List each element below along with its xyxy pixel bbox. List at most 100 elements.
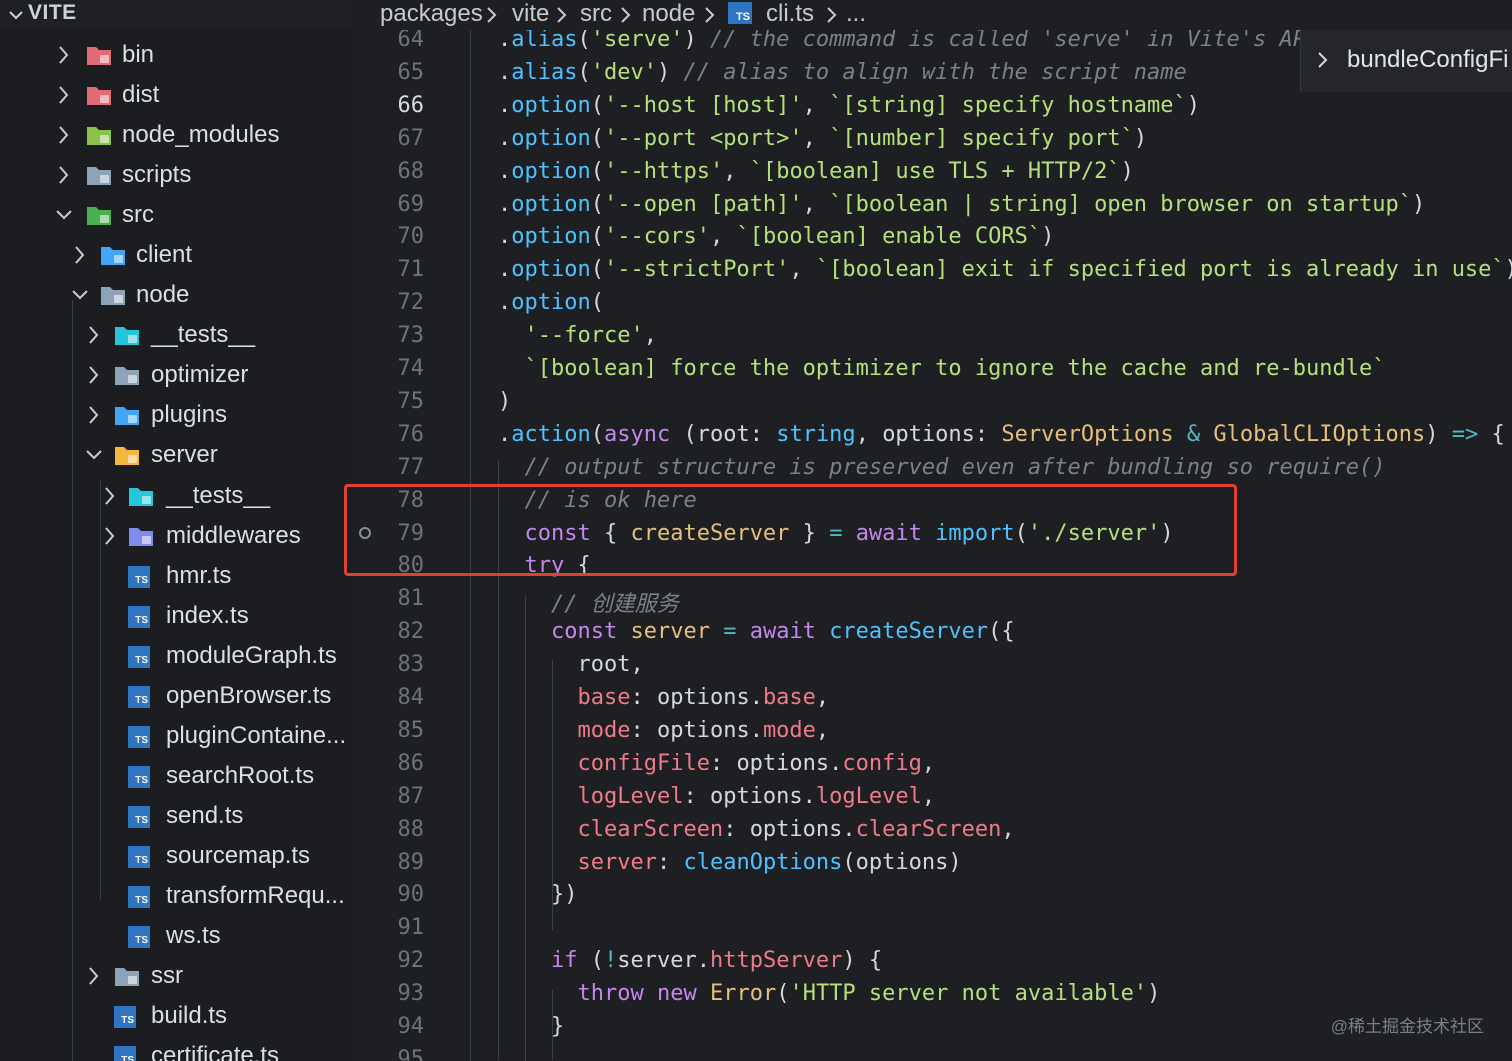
tree-item[interactable]: __tests__	[0, 476, 352, 516]
code-token: ,	[802, 125, 830, 151]
code-token: ({	[988, 619, 1015, 645]
tree-item[interactable]: ssr	[0, 956, 352, 996]
code-line[interactable]: throw new Error('HTTP server not availab…	[498, 981, 1160, 1006]
code-line[interactable]: .alias('dev') // alias to align with the…	[498, 60, 1187, 85]
explorer-sidebar: VITE bin dist node_modules scripts src client…	[0, 0, 352, 1061]
explorer-header[interactable]: VITE	[0, 0, 352, 30]
code-token: option	[511, 92, 591, 118]
tree-item[interactable]: server	[0, 435, 352, 475]
code-line[interactable]: '--force',	[498, 323, 657, 348]
code-token: ,	[709, 224, 737, 250]
code-token: =	[723, 619, 737, 645]
code-line[interactable]: )	[498, 389, 511, 414]
code-line[interactable]: base: options.base,	[498, 685, 829, 710]
code-token: .	[498, 158, 512, 184]
code-line[interactable]: }	[498, 1014, 564, 1039]
tree-item-label: moduleGraph.ts	[166, 642, 337, 669]
code-line[interactable]: configFile: options.config,	[498, 751, 935, 776]
breadcrumb-file[interactable]: cli.ts	[766, 0, 814, 28]
code-token: `[string] specify hostname`	[829, 92, 1187, 118]
tree-item[interactable]: scripts	[0, 155, 352, 195]
code-token: GlobalCLIOptions	[1213, 421, 1426, 447]
breadcrumb-more[interactable]: ...	[846, 0, 866, 28]
code-line[interactable]: root,	[498, 652, 643, 677]
folder-client-icon	[100, 244, 126, 266]
code-line[interactable]: .option('--cors', `[boolean] enable CORS…	[498, 224, 1054, 249]
tree-item[interactable]: TS build.ts	[0, 996, 352, 1036]
tree-item-label: send.ts	[166, 802, 244, 829]
breadcrumb-packages[interactable]: packages	[380, 0, 483, 28]
code-line[interactable]: if (!server.httpServer) {	[498, 948, 882, 973]
breadcrumb-src[interactable]: src	[580, 0, 612, 28]
code-line[interactable]: logLevel: options.logLevel,	[498, 784, 935, 809]
tree-item[interactable]: TS transformRequ...	[0, 876, 352, 916]
code-token: httpServer	[709, 948, 843, 974]
code-token: :	[656, 849, 684, 875]
tree-item[interactable]: TS certificate.ts	[0, 1036, 352, 1061]
typescript-file-icon: TS	[128, 606, 150, 628]
code-line[interactable]: // output structure is preserved even af…	[498, 455, 1386, 480]
tree-item[interactable]: node	[0, 275, 352, 315]
line-number: 82	[397, 619, 425, 645]
code-token: (	[670, 421, 697, 447]
code-line[interactable]: .option('--https', `[boolean] use TLS + …	[498, 159, 1134, 184]
tree-item[interactable]: dist	[0, 75, 352, 115]
code-line[interactable]: server: cleanOptions(options)	[498, 849, 962, 875]
code-token: `[number] specify port`	[829, 125, 1134, 151]
code-line[interactable]: })	[498, 882, 578, 907]
line-number: 74	[397, 356, 425, 381]
tree-item[interactable]: TS moduleGraph.ts	[0, 636, 352, 676]
tree-item[interactable]: bin	[0, 35, 352, 75]
tree-item[interactable]: node_modules	[0, 115, 352, 155]
tree-item[interactable]: TS send.ts	[0, 796, 352, 836]
chevron-right-icon	[75, 246, 85, 264]
tree-item[interactable]: TS sourcemap.ts	[0, 836, 352, 876]
code-line[interactable]: const server = await createServer({	[498, 619, 1015, 644]
code-token: ,	[1001, 816, 1015, 842]
tree-item[interactable]: src	[0, 195, 352, 235]
code-token: (options)	[842, 849, 962, 875]
code-token: '--strictPort'	[603, 257, 790, 283]
breakpoint-hint-icon[interactable]	[359, 527, 371, 539]
code-line[interactable]: .alias('serve') // the command is called…	[498, 30, 1306, 52]
code-line[interactable]: .action(async (root: string, options: Se…	[498, 422, 1505, 447]
code-line[interactable]: .option('--port <port>', `[number] speci…	[498, 126, 1147, 151]
breadcrumb-vite[interactable]: vite	[512, 0, 549, 28]
code-line[interactable]: .option('--open [path]', `[boolean | str…	[498, 192, 1425, 217]
code-token: 'HTTP server not available'	[789, 981, 1148, 1007]
code-line[interactable]: .option('--strictPort', `[boolean] exit …	[498, 257, 1512, 282]
line-number: 77	[397, 454, 425, 480]
code-token: server	[577, 849, 657, 875]
code-line[interactable]: clearScreen: options.clearScreen,	[498, 816, 1015, 842]
tree-item[interactable]: TS hmr.ts	[0, 556, 352, 596]
tree-item[interactable]: TS openBrowser.ts	[0, 676, 352, 716]
code-token: :	[630, 685, 657, 710]
chevron-right-icon	[59, 46, 69, 64]
code-line[interactable]: `[boolean] force the optimizer to ignore…	[498, 356, 1386, 381]
chevron-right-icon	[89, 366, 99, 384]
tree-item-label: client	[136, 241, 193, 268]
tree-item[interactable]: TS pluginContaine...	[0, 716, 352, 756]
tree-item[interactable]: client	[0, 235, 352, 275]
line-number: 66	[397, 92, 425, 118]
code-token: '--open [path]'	[603, 191, 803, 217]
tree-item[interactable]: optimizer	[0, 355, 352, 395]
tree-item[interactable]: __tests__	[0, 315, 352, 355]
tree-item[interactable]: TS searchRoot.ts	[0, 756, 352, 796]
code-line[interactable]: .option('--host [host]', `[string] speci…	[498, 93, 1200, 118]
code-line[interactable]: mode: options.mode,	[498, 718, 829, 743]
breadcrumb-node[interactable]: node	[642, 0, 695, 28]
tree-item[interactable]: plugins	[0, 395, 352, 435]
typescript-file-icon: TS	[128, 886, 150, 908]
code-line[interactable]: .option(	[498, 290, 604, 315]
outline-sticky-panel[interactable]: bundleConfigFi	[1300, 30, 1512, 92]
tree-item-label: src	[122, 201, 154, 228]
tree-item[interactable]: TS ws.ts	[0, 916, 352, 956]
tree-item[interactable]: middlewares	[0, 516, 352, 556]
code-line[interactable]: // 创建服务	[498, 586, 679, 618]
chevron-right-icon	[705, 7, 715, 23]
tree-item[interactable]: TS index.ts	[0, 596, 352, 636]
code-token: config	[842, 750, 922, 776]
